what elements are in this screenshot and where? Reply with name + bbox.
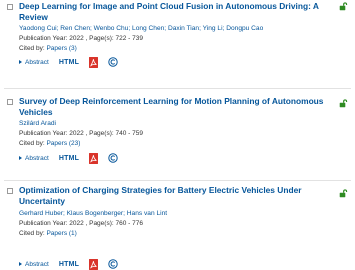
html-link[interactable]: HTML	[59, 59, 79, 66]
abstract-label: Abstract	[25, 58, 49, 66]
result-actions: Abstract HTML	[19, 56, 118, 68]
publication-info: Publication Year: 2022 , Page(s): 760 - …	[19, 220, 143, 227]
search-result: Deep Learning for Image and Point Cloud …	[0, 0, 355, 87]
open-access-lock-icon	[339, 2, 348, 11]
open-access-lock-icon	[339, 189, 348, 198]
cited-by-label: Cited by:	[19, 45, 47, 52]
result-authors[interactable]: Szilárd Aradi	[19, 119, 56, 128]
result-actions: Abstract HTML	[19, 152, 118, 164]
result-checkbox[interactable]	[7, 188, 13, 194]
result-actions: Abstract HTML	[19, 258, 118, 270]
cited-by-link[interactable]: Papers (3)	[46, 45, 76, 52]
abstract-label: Abstract	[25, 154, 49, 162]
caret-right-icon	[19, 60, 22, 64]
pdf-icon[interactable]	[89, 56, 99, 68]
cited-by: Cited by: Papers (1)	[19, 229, 77, 238]
search-result: Survey of Deep Reinforcement Learning fo…	[0, 90, 355, 177]
abstract-label: Abstract	[25, 260, 49, 268]
result-title[interactable]: Optimization of Charging Strategies for …	[19, 185, 329, 207]
open-access-lock-icon	[339, 99, 348, 108]
copyright-icon[interactable]	[108, 57, 118, 67]
abstract-toggle[interactable]: Abstract	[19, 59, 49, 66]
abstract-toggle[interactable]: Abstract	[19, 261, 49, 268]
abstract-toggle[interactable]: Abstract	[19, 155, 49, 162]
result-checkbox[interactable]	[7, 99, 13, 105]
cited-by-label: Cited by:	[19, 230, 47, 237]
result-title[interactable]: Deep Learning for Image and Point Cloud …	[19, 1, 329, 23]
caret-right-icon	[19, 156, 22, 160]
result-authors[interactable]: Yaodong Cui; Ren Chen; Wenbo Chu; Long C…	[19, 24, 263, 33]
caret-right-icon	[19, 262, 22, 266]
pdf-icon[interactable]	[89, 258, 99, 270]
search-result: Optimization of Charging Strategies for …	[0, 181, 355, 270]
publication-info: Publication Year: 2022 , Page(s): 722 - …	[19, 35, 143, 42]
cited-by: Cited by: Papers (23)	[19, 139, 80, 148]
publication-info: Publication Year: 2022 , Page(s): 740 - …	[19, 130, 143, 137]
result-authors[interactable]: Gerhard Huber; Klaus Bogenberger; Hans v…	[19, 209, 167, 218]
cited-by-link[interactable]: Papers (1)	[46, 230, 76, 237]
html-link[interactable]: HTML	[59, 155, 79, 162]
copyright-icon[interactable]	[108, 259, 118, 269]
cited-by: Cited by: Papers (3)	[19, 44, 77, 53]
cited-by-label: Cited by:	[19, 140, 47, 147]
result-divider	[4, 88, 351, 89]
cited-by-link[interactable]: Papers (23)	[46, 140, 80, 147]
result-checkbox[interactable]	[7, 4, 13, 10]
pdf-icon[interactable]	[89, 152, 99, 164]
result-title[interactable]: Survey of Deep Reinforcement Learning fo…	[19, 96, 329, 118]
copyright-icon[interactable]	[108, 153, 118, 163]
html-link[interactable]: HTML	[59, 261, 79, 268]
